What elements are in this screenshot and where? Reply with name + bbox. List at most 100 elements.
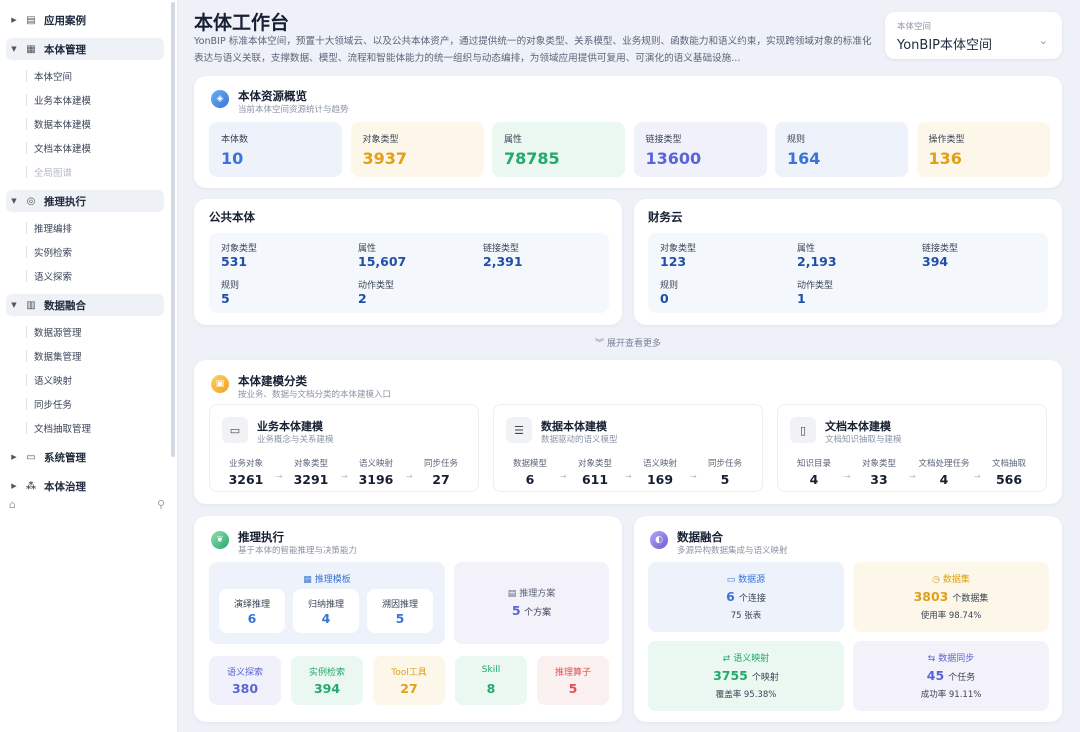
reasoning-capability-item[interactable]: 推理算子 5 — [537, 656, 609, 705]
fusion-metric-label: 数据同步 — [938, 654, 975, 664]
sidebar-group-cases[interactable]: ▶ ▤ 应用案例 — [6, 9, 164, 31]
sidebar-item-datasource[interactable]: 数据源管理 — [26, 322, 164, 342]
arrow-right-icon: → — [560, 472, 567, 481]
fusion-metric-box[interactable]: ▭ 数据源 6 个连接 75 张表 — [648, 562, 844, 632]
sidebar-item-document-modeling[interactable]: 文档本体建模 — [26, 138, 164, 158]
fusion-metric-box[interactable]: ⇄ 语义映射 3755 个映射 覆盖率 95.38% — [648, 641, 844, 711]
fusion-metric-label: 数据集 — [942, 575, 970, 585]
fusion-metric-unit: 个数据集 — [952, 594, 989, 604]
stat-value: 3937 — [362, 149, 408, 168]
stat-card[interactable]: 本体数 10 — [209, 122, 342, 177]
fusion-metric-sub: 75 张表 — [730, 611, 762, 621]
stat-card[interactable]: 属性 78785 — [492, 122, 625, 177]
modeling-subtitle: 按业务、数据与文档分类的本体建模入口 — [238, 390, 392, 400]
sidebar-item-semantic-mapping[interactable]: 语义映射 — [26, 370, 164, 390]
sidebar-item-doc-extract[interactable]: 文档抽取管理 — [26, 418, 164, 438]
sidebar-group-governance[interactable]: ▶ ⁂ 本体治理 — [6, 475, 164, 497]
modeling-title: 本体建模分类 — [238, 374, 307, 388]
fusion-metric-count: 3803 个数据集 — [853, 589, 1049, 604]
sidebar-group-system[interactable]: ▶ ▭ 系统管理 — [6, 446, 164, 468]
fusion-metric-count: 6 个连接 — [648, 589, 844, 604]
document-icon: ▯ — [790, 417, 816, 443]
modeling-entry-card[interactable]: ▯ 文档本体建模 文档知识抽取与建模 知识目录 4 → 对象类型 33 → 文档处理任务 4 → 文档抽… — [777, 404, 1047, 492]
fusion-metric-value: 3755 — [713, 668, 748, 683]
public-ontology-title: 公共本体 — [209, 210, 255, 224]
modeling-stat-label: 同步任务 — [707, 459, 742, 469]
modeling-entry-card[interactable]: ▭ 业务本体建模 业务概念与关系建模 业务对象 3261 → 对象类型 3291 → 语义映射 31… — [209, 404, 479, 492]
modeling-stat-value: 3291 — [293, 472, 329, 487]
sidebar-item-global-graph[interactable]: 全局图谱 — [26, 162, 164, 182]
fusion-metric-unit: 个连接 — [738, 594, 766, 604]
public-stat-value: 5 — [221, 291, 230, 306]
sidebar-group-ontology[interactable]: ▼ ▦ 本体管理 — [6, 38, 164, 60]
reasoning-template-item[interactable]: 溯因推理 5 — [367, 589, 433, 633]
sidebar-group-reasoning[interactable]: ▼ ◎ 推理执行 — [6, 190, 164, 212]
reasoning-template-item[interactable]: 归纳推理 4 — [293, 589, 359, 633]
nodes-icon: ⁂ — [25, 480, 37, 492]
sidebar-item-dataset[interactable]: 数据集管理 — [26, 346, 164, 366]
stat-card[interactable]: 操作类型 136 — [916, 122, 1050, 177]
sidebar-item-instance-search[interactable]: 实例检索 — [26, 242, 164, 262]
modeling-stat-value: 169 — [646, 472, 674, 487]
fusion-metric-value: 3803 — [913, 589, 949, 604]
stat-value: 78785 — [504, 149, 560, 168]
reasoning-capability-item[interactable]: 实例检索 394 — [291, 656, 363, 705]
stat-card[interactable]: 对象类型 3937 — [350, 122, 484, 177]
fusion-metric-unit: 个任务 — [948, 673, 976, 683]
page-description: YonBIP 标准本体空间，预置十大领域云、以及公共本体资产，通过提供统一的对象… — [194, 36, 872, 64]
fusion-metric-box[interactable]: ◷ 数据集 3803 个数据集 使用率 98.74% — [853, 562, 1049, 632]
finance-stat-value: 123 — [660, 254, 687, 269]
finance-stat-label: 属性 — [797, 244, 816, 254]
capability-label: Skill — [481, 665, 501, 675]
reasoning-template-label: 推理模板 — [314, 575, 351, 585]
pin-icon[interactable]: ⚲ — [157, 498, 165, 511]
sidebar-item-reasoning-orchestration[interactable]: 推理编排 — [26, 218, 164, 238]
sidebar-item-sync-task[interactable]: 同步任务 — [26, 394, 164, 414]
sidebar-group-fusion[interactable]: ▼ ▥ 数据融合 — [6, 294, 164, 316]
reasoning-capability-item[interactable]: 语义探索 380 — [209, 656, 281, 705]
stat-card[interactable]: 链接类型 13600 — [633, 122, 767, 177]
merge-icon: ◐ — [650, 531, 668, 549]
caret-right-icon: ▶ — [11, 482, 17, 490]
fusion-metric-box[interactable]: ⇆ 数据同步 45 个任务 成功率 91.11% — [853, 641, 1049, 711]
reasoning-template-item[interactable]: 演绎推理 6 — [219, 589, 285, 633]
home-icon[interactable]: ⌂ — [9, 498, 16, 511]
reasoning-plan-count: 5 个方案 — [454, 603, 609, 618]
finance-stat-value: 2,193 — [797, 254, 837, 269]
finance-stat-label: 规则 — [660, 281, 679, 291]
modeling-stat-value: 566 — [995, 472, 1023, 487]
finance-stat-value: 0 — [660, 291, 669, 306]
sidebar-item-ontology-space[interactable]: 本体空间 — [26, 66, 164, 86]
modeling-stat-label: 对象类型 — [861, 459, 896, 469]
stat-card[interactable]: 规则 164 — [775, 122, 908, 177]
fusion-metric-label: 数据源 — [738, 575, 766, 585]
capability-label: 推理算子 — [554, 668, 591, 678]
caret-right-icon: ▶ — [11, 16, 17, 24]
sidebar-group-label: 应用案例 — [44, 14, 86, 27]
modeling-stat-label: 文档抽取 — [991, 459, 1026, 469]
bar-chart-icon: ▥ — [26, 299, 36, 311]
modeling-entry-card[interactable]: ☰ 数据本体建模 数据驱动的语义模型 数据模型 6 → 对象类型 611 → 语义映射 169 → 同步… — [493, 404, 763, 492]
fusion-metric-sub: 使用率 98.74% — [920, 611, 982, 621]
space-selector[interactable]: 本体空间 YonBIP本体空间 ⌄ — [885, 12, 1062, 59]
modeling-stat-value: 33 — [870, 472, 888, 487]
sidebar-item-data-modeling[interactable]: 数据本体建模 — [26, 114, 164, 134]
overview-title: 本体资源概览 — [238, 89, 307, 103]
template-icon: ▦ — [303, 575, 312, 585]
public-stat-label: 对象类型 — [221, 244, 258, 254]
reasoning-capability-item[interactable]: Skill 8 — [455, 656, 527, 705]
public-stat-value: 15,607 — [358, 254, 407, 269]
stat-label: 本体数 — [221, 135, 249, 145]
modeling-entry-stat: 同步任务 27 — [413, 457, 469, 487]
fusion-metric-value: 45 — [926, 668, 945, 683]
sidebar-scrollbar[interactable] — [171, 2, 175, 457]
sidebar-item-business-modeling[interactable]: 业务本体建模 — [26, 90, 164, 110]
modeling-stat-value: 611 — [581, 472, 609, 487]
reasoning-capability-item[interactable]: Tool工具 27 — [373, 656, 445, 705]
template-label: 溯因推理 — [381, 600, 418, 610]
sidebar-item-semantic-explore[interactable]: 语义探索 — [26, 266, 164, 286]
expand-more-button[interactable]: ︾ 展开查看更多 — [194, 336, 1062, 349]
modeling-entry-stat: 文档处理任务 4 — [916, 457, 972, 487]
fusion-metric-count: 45 个任务 — [853, 668, 1049, 683]
fusion-metric-icon: ⇆ — [927, 654, 939, 664]
